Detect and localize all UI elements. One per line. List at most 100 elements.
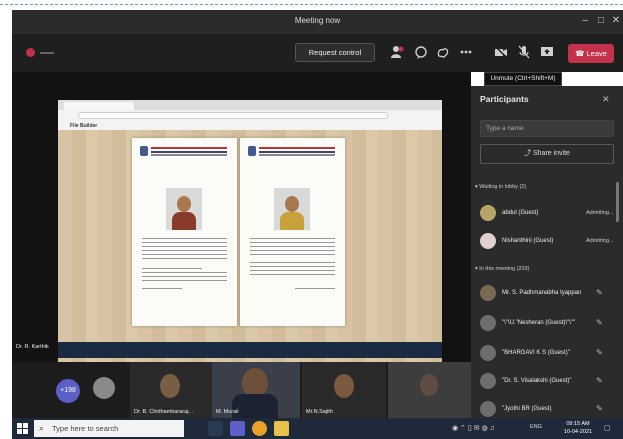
video-gallery-strip: +198 Dr. B. Chidhambararaj... M. Murali … (12, 362, 471, 418)
more-participants-button[interactable]: +198 (56, 379, 80, 403)
browser-tab-strip (58, 100, 442, 110)
admitting-status: Admitting... (586, 210, 614, 216)
phone-hangup-icon: ☎ (575, 49, 587, 58)
leave-label: Leave (586, 49, 607, 58)
camera-off-icon[interactable] (494, 45, 508, 62)
share-icon: ⤴ (524, 150, 533, 157)
clock-date: 10-04-2021 (563, 429, 593, 435)
search-icon: ⌕ (39, 423, 45, 433)
unmute-tooltip: Unmute (Ctrl+Shift+M) (484, 72, 562, 86)
flipbook-app-title: File Builder (70, 123, 98, 129)
avatar (480, 285, 496, 301)
list-item[interactable]: "BHARGAVI K S (Guest)" ✎ (480, 344, 620, 364)
participant-name: Nishanthini (Guest) (502, 238, 554, 244)
flipbook-viewer (58, 130, 442, 362)
avatar (480, 205, 496, 221)
browser-tab (64, 102, 134, 110)
request-control-button[interactable]: Request control (295, 43, 375, 62)
clock-time: 09:15 AM (566, 421, 590, 427)
share-screen-icon[interactable] (540, 45, 554, 62)
avatar (480, 345, 496, 361)
mic-muted-icon: ✎ (596, 376, 603, 385)
participant-name: Mr. S. Padhmanabha Iyappan (502, 290, 582, 296)
minimize-button[interactable]: – (578, 15, 592, 26)
chrome-app-icon[interactable] (252, 421, 267, 436)
participants-panel: Participants ✕ Type a name ⤴ Share invit… (471, 86, 623, 418)
shared-screen-stage: File Builder Dr. R. Karthik (12, 72, 471, 362)
selection-border (0, 4, 623, 5)
more-options-icon[interactable] (459, 45, 473, 62)
chat-icon[interactable] (414, 45, 428, 62)
list-item[interactable]: "Dr. S. Visalakshi (Guest)" ✎ (480, 372, 620, 392)
participant-name: "BHARGAVI K S (Guest)" (502, 350, 570, 356)
list-item[interactable]: Mr. S. Padhmanabha Iyappan ✎ (480, 284, 620, 304)
left-page (132, 138, 237, 326)
participant-video-body (232, 394, 278, 418)
list-item[interactable]: Nishanthini (Guest) Admitting... (480, 232, 620, 252)
active-speaker-tile[interactable]: M. Murali (212, 362, 300, 418)
participants-icon[interactable] (390, 45, 404, 62)
shared-browser-window: File Builder (58, 100, 442, 362)
participant-search-input[interactable]: Type a name (480, 120, 614, 137)
participant-name: abdul (Guest) (502, 210, 539, 216)
browser-address-bar (78, 112, 388, 119)
in-meeting-header-label: In this meeting (203) (479, 266, 530, 272)
mic-muted-icon[interactable] (517, 45, 531, 62)
tray-icons[interactable]: ◉ ⌃ ▯ ✉ ◍ ♫ (452, 424, 495, 432)
share-invite-button[interactable]: ⤴ Share invite (480, 144, 614, 164)
video-tile-name: M. Murali (216, 409, 239, 415)
window-title: Meeting now (294, 16, 341, 25)
mic-muted-icon: ✎ (596, 348, 603, 357)
in-meeting-section-header[interactable]: ▾ In this meeting (203) (475, 266, 529, 272)
video-tile-name: Mr.N.Sajith (306, 409, 333, 415)
portrait-photo-right (274, 188, 310, 230)
avatar (480, 373, 496, 389)
language-indicator[interactable]: ENG (530, 424, 542, 430)
windows-search-input[interactable]: ⌕ Type here to search (34, 420, 184, 437)
teams-meeting-window: Meeting now – □ ✕ Request control ☎ Leav… (0, 0, 623, 439)
windows-taskbar: ⌕ Type here to search ◉ ⌃ ▯ ✉ ◍ ♫ ENG 09… (12, 418, 623, 439)
list-item[interactable]: "Jyothi BR (Guest) ✎ (480, 400, 620, 420)
avatar (480, 233, 496, 249)
video-tile[interactable]: Mr.N.Sajith (302, 362, 386, 418)
admitting-status: Admitting... (586, 238, 614, 244)
lobby-section-header[interactable]: ▾ Waiting in lobby (2) (475, 184, 526, 190)
system-clock[interactable]: 09:15 AM 10-04-2021 (558, 420, 598, 436)
reactions-icon[interactable] (436, 45, 450, 62)
avatar (480, 315, 496, 331)
list-item[interactable]: abdul (Guest) Admitting... (480, 204, 620, 224)
file-explorer-icon[interactable] (274, 421, 289, 436)
maximize-button[interactable]: □ (594, 15, 608, 26)
notifications-icon[interactable]: ▢ (604, 424, 611, 432)
mic-muted-icon: ✎ (596, 288, 603, 297)
participant-video-thumbnail (420, 374, 438, 396)
close-button[interactable]: ✕ (609, 15, 623, 26)
video-tile[interactable] (388, 362, 471, 418)
close-panel-icon[interactable]: ✕ (602, 94, 610, 105)
portrait-photo-left (166, 188, 202, 230)
meeting-timer-placeholder (40, 52, 54, 54)
avatar (480, 401, 496, 417)
participant-name: "Dr. S. Visalakshi (Guest)" (502, 378, 572, 384)
emblem-icon (248, 146, 256, 156)
presenter-name-label: Dr. R. Karthik (16, 344, 49, 350)
participant-video-thumbnail (334, 374, 354, 398)
avatar (93, 377, 115, 399)
video-tile[interactable]: Dr. B. Chidhambararaj... (130, 362, 212, 418)
list-item[interactable]: "\"\U."Nesheran (Guest)\"\"" ✎ (480, 314, 620, 334)
search-placeholder: Type here to search (52, 424, 119, 433)
teams-app-icon[interactable] (230, 421, 245, 436)
video-tile-name: Dr. B. Chidhambararaj... (134, 409, 193, 415)
task-view-icon[interactable] (208, 421, 223, 436)
lobby-header-label: Waiting in lobby (2) (479, 184, 527, 190)
participant-name: "\"\U."Nesheran (Guest)\"\"" (502, 320, 576, 326)
participant-name: "Jyothi BR (Guest) (502, 406, 552, 412)
shared-screen-taskbar (58, 342, 442, 358)
recording-icon (26, 48, 35, 57)
leave-button[interactable]: ☎ Leave (568, 44, 614, 63)
mic-muted-icon: ✎ (596, 404, 603, 413)
title-bar: Meeting now – □ ✕ (12, 10, 623, 34)
windows-start-icon[interactable] (17, 423, 28, 434)
participant-video-thumbnail (160, 374, 180, 398)
share-invite-label: Share invite (532, 150, 570, 157)
